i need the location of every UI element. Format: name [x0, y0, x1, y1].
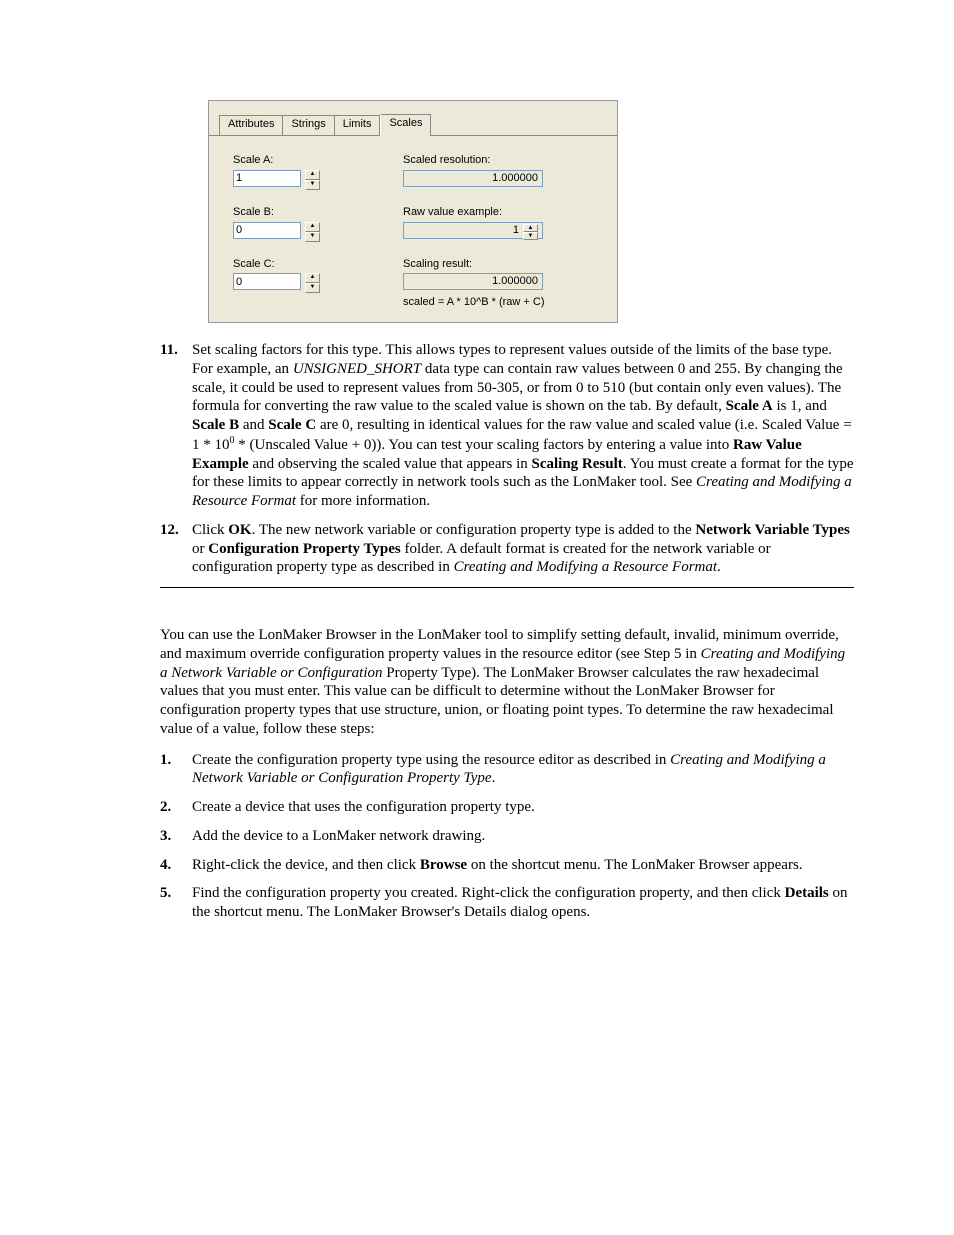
- raw-down-icon[interactable]: ▼: [523, 232, 538, 240]
- raw-up-icon[interactable]: ▲: [523, 224, 538, 232]
- step-number: 3.: [160, 827, 192, 846]
- scale-c-label: Scale C:: [233, 258, 403, 272]
- scale-c-input[interactable]: [233, 273, 301, 290]
- tab-scales[interactable]: Scales: [380, 114, 431, 136]
- step-text: Right-click the device, and then click B…: [192, 856, 854, 875]
- step-text: Create the configuration property type u…: [192, 751, 854, 789]
- section-divider: [160, 587, 854, 588]
- scaling-formula: scaled = A * 10^B * (raw + C): [403, 290, 603, 310]
- step-number: 5.: [160, 884, 192, 922]
- tab-strip: Attributes Strings Limits Scales: [209, 101, 617, 135]
- scale-c-down-icon[interactable]: ▼: [305, 283, 320, 293]
- scale-c-spinner[interactable]: ▲ ▼: [233, 273, 321, 293]
- scaling-result-label: Scaling result:: [403, 258, 603, 272]
- scaled-resolution-value: 1.000000: [403, 170, 543, 187]
- scale-a-label: Scale A:: [233, 154, 403, 168]
- step-number: 4.: [160, 856, 192, 875]
- raw-value-field[interactable]: 1 ▲ ▼: [403, 222, 543, 239]
- scale-a-up-icon[interactable]: ▲: [305, 170, 320, 180]
- scale-a-down-icon[interactable]: ▼: [305, 180, 320, 190]
- scales-dialog: Attributes Strings Limits Scales Scale A…: [208, 100, 618, 323]
- scales-panel: Scale A: ▲ ▼ Scaled resolution: 1.000000: [209, 135, 617, 322]
- tab-limits[interactable]: Limits: [335, 115, 381, 135]
- tab-attributes[interactable]: Attributes: [219, 115, 283, 135]
- step-11-text: Set scaling factors for this type. This …: [192, 341, 854, 511]
- numbered-steps: 1.Create the configuration property type…: [160, 751, 854, 922]
- tab-strings[interactable]: Strings: [283, 115, 334, 135]
- step-text: Add the device to a LonMaker network dra…: [192, 827, 854, 846]
- scale-b-up-icon[interactable]: ▲: [305, 222, 320, 232]
- scale-b-input[interactable]: [233, 222, 301, 239]
- step-12-number: 12.: [160, 521, 192, 577]
- scale-b-label: Scale B:: [233, 206, 403, 220]
- intro-paragraph: You can use the LonMaker Browser in the …: [160, 626, 854, 739]
- scaling-result-value: 1.000000: [403, 273, 543, 290]
- scale-a-spinner[interactable]: ▲ ▼: [233, 170, 321, 190]
- scaled-resolution-label: Scaled resolution:: [403, 154, 603, 168]
- step-12-text: Click OK. The new network variable or co…: [192, 521, 854, 577]
- step-number: 2.: [160, 798, 192, 817]
- step-number: 1.: [160, 751, 192, 789]
- raw-value-value: 1: [408, 224, 519, 238]
- scale-a-input[interactable]: [233, 170, 301, 187]
- step-text: Create a device that uses the configurat…: [192, 798, 854, 817]
- scale-b-down-icon[interactable]: ▼: [305, 232, 320, 242]
- step-11-number: 11.: [160, 341, 192, 511]
- scale-c-up-icon[interactable]: ▲: [305, 273, 320, 283]
- scale-b-spinner[interactable]: ▲ ▼: [233, 222, 321, 242]
- raw-value-label: Raw value example:: [403, 206, 603, 220]
- step-text: Find the configuration property you crea…: [192, 884, 854, 922]
